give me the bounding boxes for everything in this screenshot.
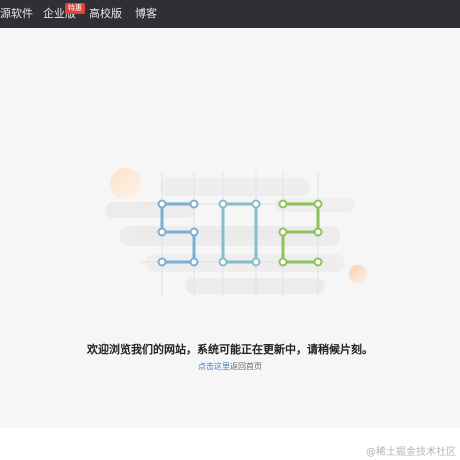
watermark: @稀土掘金技术社区 bbox=[366, 447, 456, 458]
error-message: 欢迎浏览我们的网站，系统可能正在更新中，请稍候片刻。 bbox=[87, 343, 373, 356]
nav-item-blog[interactable]: 博客 bbox=[135, 0, 157, 28]
nav-item-open-source[interactable]: 源软件 bbox=[0, 0, 33, 28]
nav-item-education[interactable]: 高校版 bbox=[89, 0, 122, 28]
return-home-text[interactable]: 返回首页 bbox=[230, 362, 262, 371]
error-502-illustration bbox=[105, 168, 367, 297]
back-home-link[interactable]: 点击这里返回首页 bbox=[0, 361, 460, 372]
click-here-link[interactable]: 点击这里 bbox=[198, 362, 230, 371]
decorative-orb bbox=[110, 168, 142, 200]
top-navigation-bar: 源软件 企业版 特惠 高校版 博客 bbox=[0, 0, 460, 28]
promo-badge: 特惠 bbox=[65, 3, 85, 14]
decorative-orb bbox=[349, 265, 367, 283]
error-page-content: 欢迎浏览我们的网站，系统可能正在更新中，请稍候片刻。 点击这里返回首页 bbox=[0, 28, 460, 428]
